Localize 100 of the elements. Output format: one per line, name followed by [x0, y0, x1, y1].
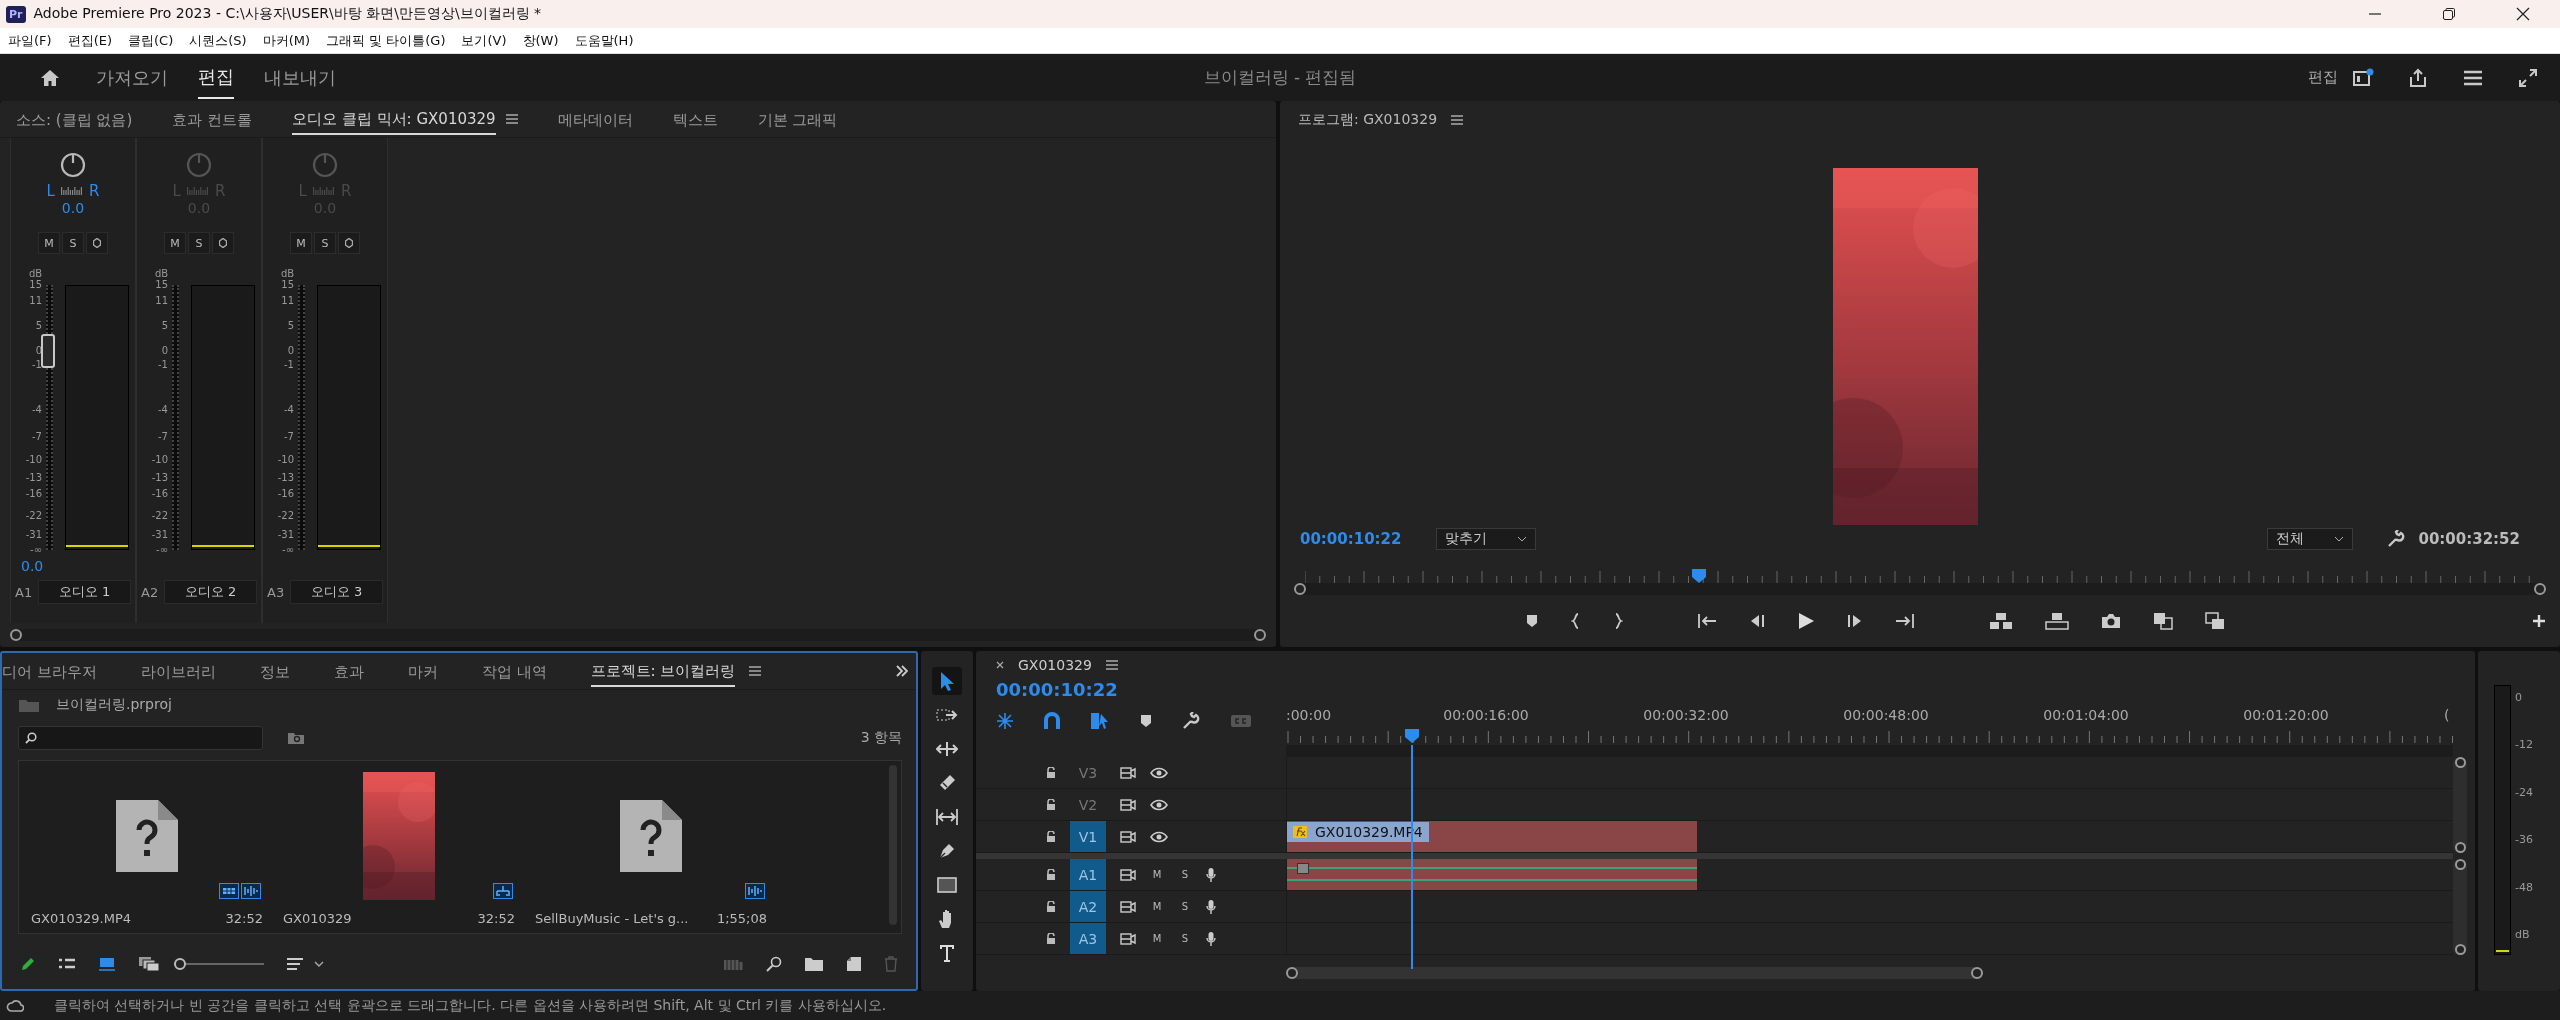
track-button[interactable]: S — [1178, 869, 1192, 880]
panel-tab[interactable]: 정보 — [259, 656, 290, 686]
list-view-icon[interactable] — [58, 957, 76, 971]
add-button-icon[interactable] — [2532, 614, 2546, 629]
menu-item[interactable]: 편집(E) — [67, 31, 112, 50]
menu-icon[interactable] — [505, 114, 518, 124]
sequence-tab[interactable]: GX010329 — [1018, 657, 1092, 673]
search-field[interactable] — [18, 726, 263, 750]
freeform-view-icon[interactable] — [138, 956, 160, 972]
time-ruler[interactable]: :00:00 00:00:16:00 00:00:32:00 00:00:48:00 00:01:04:00 00:01:20:00 ( — [1286, 679, 2453, 745]
channel-button[interactable]: M — [164, 232, 186, 254]
workspaces-icon[interactable] — [2352, 67, 2374, 88]
step-forward-icon[interactable] — [1847, 614, 1863, 629]
channel-name[interactable]: 오디오 3 — [290, 580, 383, 604]
marker-icon[interactable] — [1140, 714, 1152, 728]
step-back-icon[interactable] — [1749, 614, 1765, 629]
menu-item[interactable]: 창(W) — [522, 31, 559, 50]
fader-handle[interactable] — [41, 334, 55, 369]
track-button[interactable]: M — [1150, 901, 1164, 912]
channel-name[interactable]: 오디오 2 — [164, 580, 257, 604]
eye-icon[interactable] — [1150, 798, 1168, 811]
track-button[interactable]: S — [1178, 901, 1192, 912]
settings-icon[interactable] — [2462, 68, 2484, 87]
lock-icon[interactable] — [1046, 798, 1056, 811]
close-icon[interactable] — [996, 661, 1004, 669]
overwrite-icon[interactable] — [2045, 612, 2069, 631]
sync-lock-icon[interactable] — [1120, 932, 1136, 945]
media-tile[interactable]: SellBuyMusic - Let's g... 1;55;08 — [523, 761, 775, 933]
track-target[interactable]: A3 — [1070, 923, 1106, 954]
panel-tab[interactable]: 마커 — [407, 656, 438, 686]
channel-button[interactable]: S — [62, 232, 84, 254]
share-icon[interactable] — [2408, 67, 2428, 88]
channel-button[interactable]: S — [314, 232, 336, 254]
menu-item[interactable]: 시퀀스(S) — [189, 31, 247, 50]
pan-knob[interactable] — [60, 152, 86, 178]
search-icon[interactable] — [766, 956, 782, 972]
select-tool[interactable] — [932, 667, 962, 695]
nest-icon[interactable] — [996, 712, 1014, 730]
go-to-out-icon[interactable] — [1895, 613, 1915, 630]
lock-icon[interactable] — [1046, 900, 1056, 913]
linked-selection-icon[interactable] — [1090, 712, 1110, 730]
sync-lock-icon[interactable] — [1120, 868, 1136, 881]
quality-dropdown[interactable]: 전체 — [2266, 527, 2353, 550]
sync-lock-icon[interactable] — [1120, 766, 1136, 779]
eye-icon[interactable] — [1150, 830, 1168, 843]
record-button[interactable] — [212, 232, 234, 254]
panel-tab[interactable]: 작업 내역 — [481, 656, 547, 686]
new-item-icon[interactable] — [846, 956, 862, 972]
lock-icon[interactable] — [1046, 766, 1056, 779]
video-clip[interactable]: GX010329.MP4 — [1287, 821, 1697, 852]
panel-tab[interactable]: 기본 그래픽 — [757, 104, 838, 134]
playhead[interactable] — [1405, 729, 1420, 743]
zoom-scrollbar[interactable] — [1294, 583, 2546, 596]
panel-tab[interactable]: 효과 — [333, 656, 364, 686]
sync-lock-icon[interactable] — [1120, 900, 1136, 913]
track-target[interactable]: A2 — [1070, 891, 1106, 922]
media-tile[interactable]: GX010329.MP4 32:52 — [19, 761, 271, 933]
sync-lock-icon[interactable] — [1120, 830, 1136, 843]
menu-item[interactable]: 도움말(H) — [574, 31, 634, 50]
workspace-tab[interactable]: 편집 — [198, 56, 234, 99]
go-to-in-icon[interactable] — [1697, 613, 1717, 630]
more-panels-icon[interactable] — [896, 665, 908, 677]
compare-icon[interactable] — [2153, 612, 2173, 631]
lock-icon[interactable] — [1046, 830, 1056, 843]
pan-value[interactable]: 0.0 — [61, 200, 85, 216]
menu-item[interactable]: 보기(V) — [461, 31, 507, 50]
menu-item[interactable]: 클립(C) — [128, 31, 174, 50]
zoom-scrollbar[interactable] — [1286, 967, 1983, 979]
workspace-tab[interactable]: 가져오기 — [96, 57, 168, 98]
find-bin-icon[interactable] — [287, 731, 305, 745]
camera-icon[interactable] — [2101, 613, 2121, 630]
lock-icon[interactable] — [1046, 932, 1056, 945]
track-target[interactable]: A1 — [1070, 859, 1106, 890]
workspace-tab[interactable]: 내보내기 — [264, 57, 336, 98]
playhead-timecode[interactable]: 00:00:10:22 — [1300, 529, 1402, 548]
icon-view-icon[interactable] — [98, 957, 116, 971]
track-target[interactable]: V1 — [1070, 821, 1106, 852]
record-button[interactable] — [338, 232, 360, 254]
track-button[interactable]: S — [1178, 933, 1192, 944]
sync-lock-icon[interactable] — [1120, 798, 1136, 811]
audio-clip[interactable] — [1287, 859, 1697, 890]
fader-reading[interactable]: 0.0 — [21, 558, 44, 574]
scrollbar[interactable] — [2453, 859, 2467, 955]
track-button[interactable]: M — [1150, 869, 1164, 880]
channel-button[interactable]: S — [188, 232, 210, 254]
microphone-icon[interactable] — [1206, 898, 1216, 915]
marker-icon[interactable] — [1525, 614, 1539, 629]
panel-tab[interactable]: 라이브러리 — [140, 656, 216, 686]
track-target[interactable]: V3 — [1070, 757, 1106, 788]
mark-out-icon[interactable] — [1613, 613, 1623, 630]
lock-icon[interactable] — [1046, 868, 1056, 881]
new-bin-icon[interactable] — [804, 956, 824, 972]
mark-in-icon[interactable] — [1571, 613, 1581, 630]
menu-item[interactable]: 파일(F) — [8, 31, 52, 50]
home-icon[interactable] — [40, 68, 60, 87]
menu-item[interactable]: 그래픽 및 타이틀(G) — [326, 31, 446, 50]
scrollbar[interactable] — [10, 629, 1266, 641]
play-icon[interactable] — [1797, 612, 1815, 631]
sort-icon[interactable] — [286, 957, 324, 971]
panel-tab[interactable]: 소스: (클립 없음) — [16, 104, 133, 134]
